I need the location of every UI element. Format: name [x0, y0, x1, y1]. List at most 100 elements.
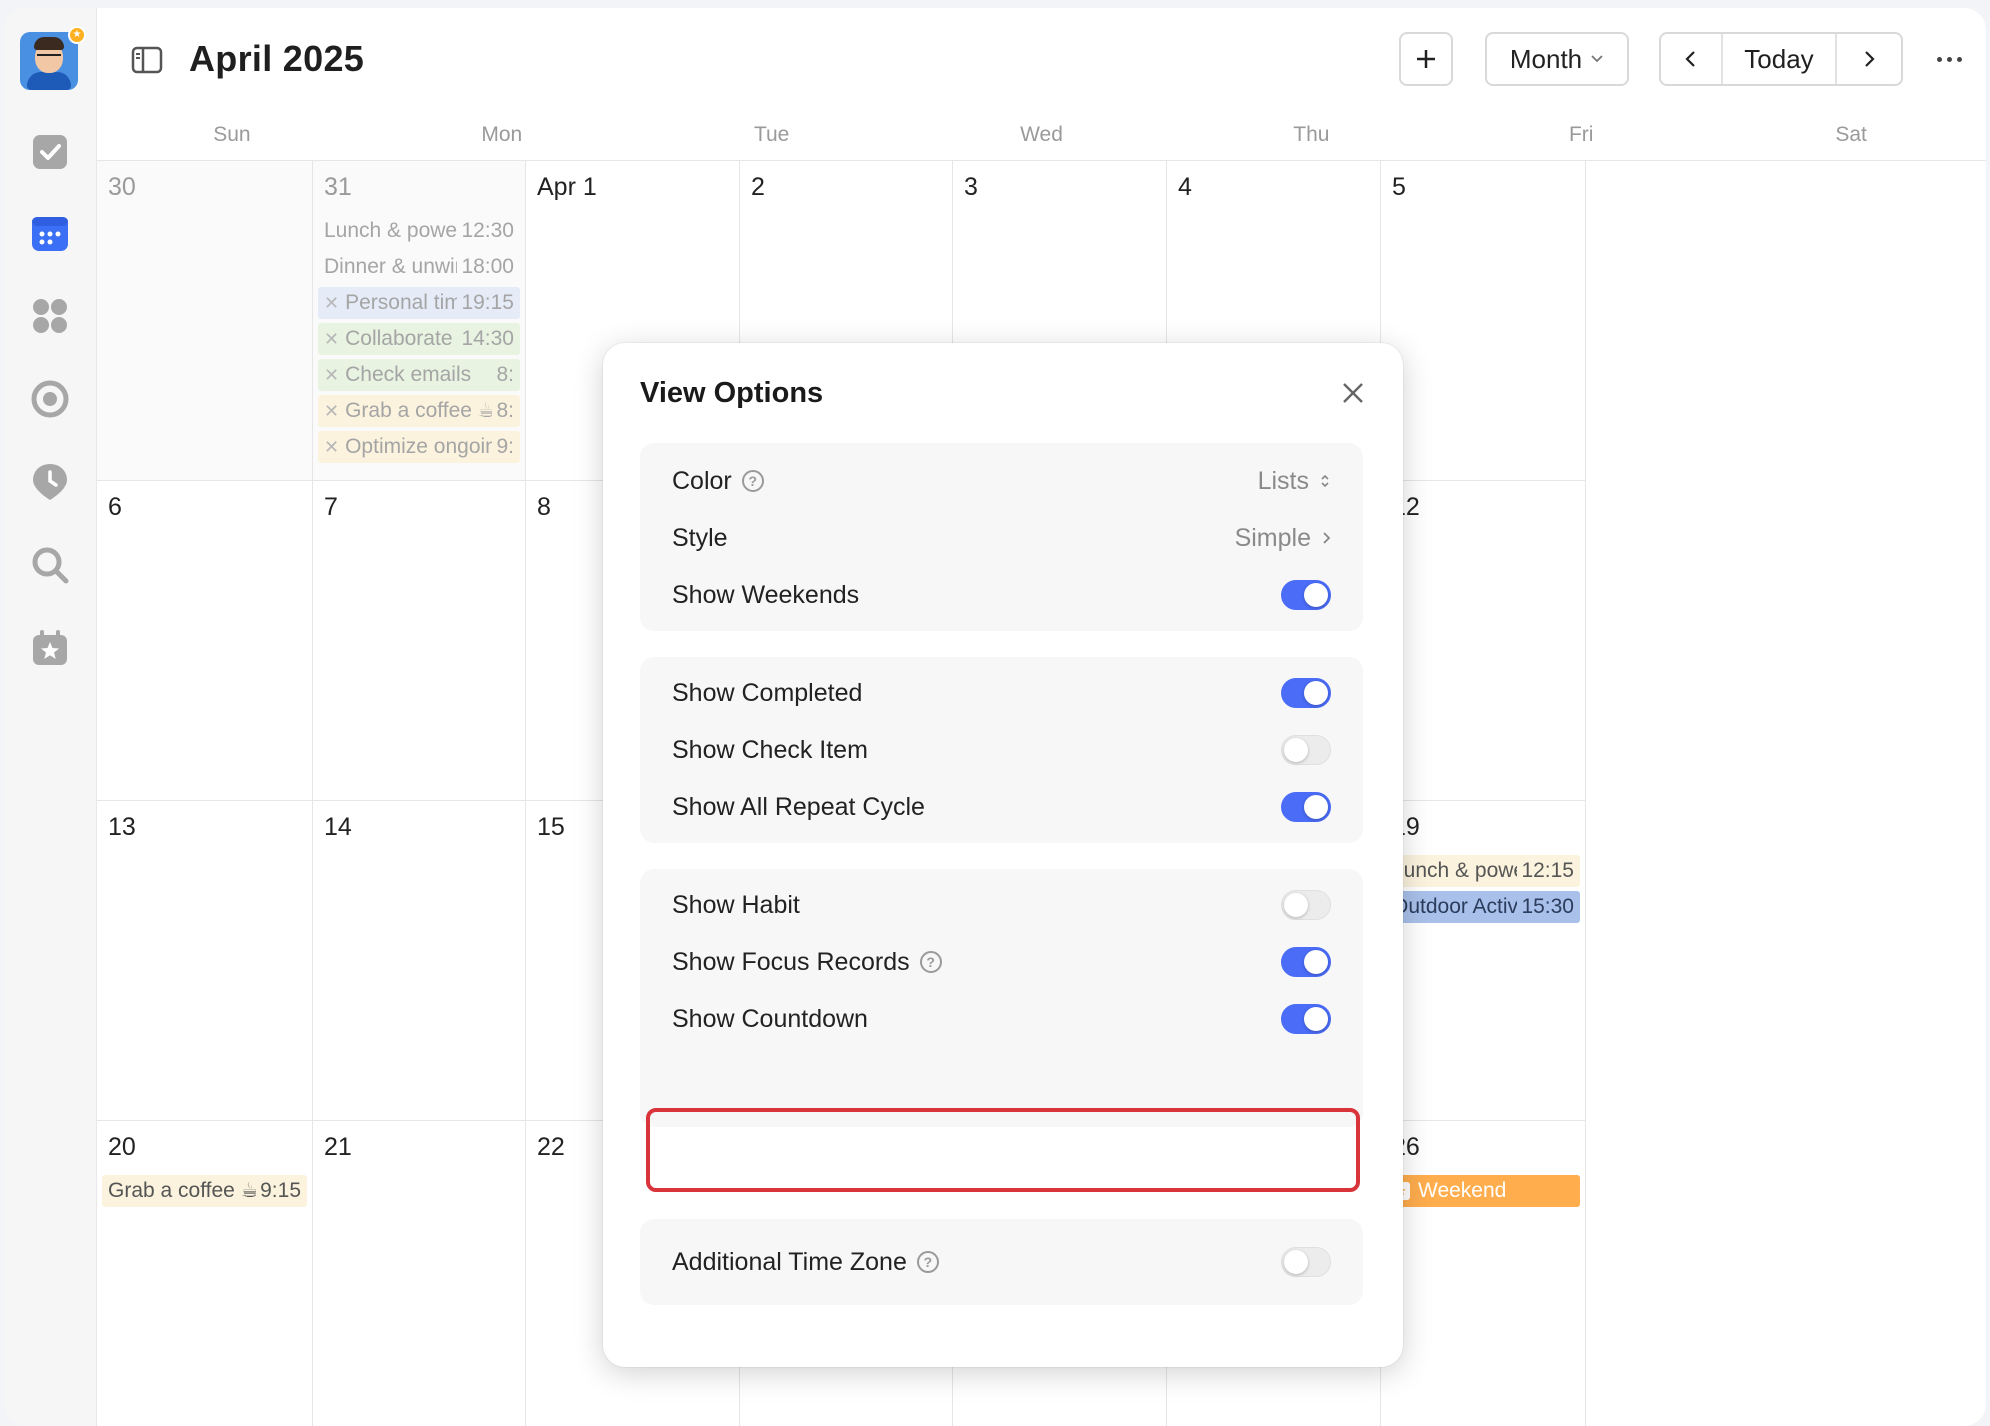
habit-pin-icon[interactable]	[30, 462, 70, 502]
event-title: Grab a coffee ☕ an	[108, 1179, 256, 1202]
day-cell[interactable]: 20 Grab a coffee ☕ an9:15	[97, 1121, 313, 1426]
show-countdown-row: Show Countdown	[640, 983, 1363, 1055]
day-cell[interactable]: 26★Weekend	[1381, 1121, 1586, 1426]
chevron-right-icon	[1323, 532, 1331, 544]
today-button[interactable]: Today	[1723, 34, 1837, 84]
style-option-label: Style	[672, 523, 728, 552]
color-option-value: Lists	[1257, 466, 1309, 495]
task-checkbox-icon[interactable]	[30, 132, 70, 172]
calendar-event[interactable]: Dinner & unwind18:00	[318, 251, 520, 283]
day-cell[interactable]: 21	[313, 1121, 526, 1426]
completed-check-icon[interactable]: ✕	[324, 395, 339, 427]
additional-time-zone-toggle[interactable]	[1281, 1247, 1331, 1277]
completed-check-icon[interactable]: ✕	[324, 431, 339, 463]
event-title: Dinner & unwind	[324, 255, 457, 278]
calendar-event[interactable]: ★Weekend	[1386, 1175, 1580, 1207]
day-cell[interactable]: 6	[97, 481, 313, 801]
completed-check-icon[interactable]: ✕	[324, 323, 339, 355]
show-check-item-toggle[interactable]	[1281, 735, 1331, 765]
event-title: Lunch & power na	[324, 219, 458, 242]
calendar-event[interactable]: Outdoor Activity15:30	[1386, 891, 1580, 923]
day-number: 30	[108, 173, 136, 201]
completed-check-icon[interactable]: ✕	[324, 359, 339, 391]
countdown-calendar-icon[interactable]	[30, 628, 70, 668]
show-all-repeat-cycle-toggle[interactable]	[1281, 792, 1331, 822]
day-number: 5	[1392, 173, 1406, 201]
calendar-event[interactable]: Lunch & power nap12:15	[1386, 855, 1580, 887]
next-month-button[interactable]	[1837, 34, 1901, 84]
avatar[interactable]: ★	[20, 26, 86, 90]
date-navigation: Today	[1659, 32, 1903, 86]
show-completed-label: Show Completed	[672, 678, 863, 707]
view-mode-dropdown[interactable]: Month	[1485, 32, 1629, 86]
calendar-header: April 2025 Month Today	[97, 8, 1986, 118]
show-weekends-row: Show Weekends	[640, 559, 1363, 631]
calendar-icon[interactable]	[30, 214, 70, 254]
show-focus-records-label: Show Focus Records	[672, 947, 910, 976]
day-cell[interactable]: 31Lunch & power na12:30Dinner & unwind18…	[313, 161, 526, 481]
event-title: Grab a coffee ☕	[345, 399, 493, 422]
calendar-event[interactable]: ✕ Check emails 8:	[318, 359, 520, 391]
show-countdown-toggle[interactable]	[1281, 1004, 1331, 1034]
event-time: 8:	[496, 399, 514, 422]
add-event-button[interactable]	[1399, 32, 1453, 86]
calendar-event[interactable]: ✕ Grab a coffee ☕ 8:	[318, 395, 520, 427]
help-icon[interactable]: ?	[916, 1251, 939, 1273]
day-cell[interactable]: 5	[1381, 161, 1586, 481]
plus-icon	[1417, 50, 1435, 68]
event-title: Check emails	[345, 363, 472, 386]
event-time: 8:	[496, 363, 514, 386]
premium-badge-icon: ★	[68, 26, 86, 44]
day-number: 6	[108, 493, 122, 521]
help-icon[interactable]: ?	[919, 951, 942, 973]
day-cell[interactable]: 30	[97, 161, 313, 481]
grid-apps-icon[interactable]	[30, 296, 70, 336]
event-title: Lunch & power nap	[1392, 859, 1517, 882]
day-number: 4	[1178, 173, 1192, 201]
close-icon[interactable]	[1337, 377, 1369, 409]
show-habit-toggle[interactable]	[1281, 890, 1331, 920]
day-number: 7	[324, 493, 338, 521]
day-cell[interactable]: 12	[1381, 481, 1586, 801]
event-title: Collaborate witl	[345, 327, 457, 350]
timezone-group: Additional Time Zone?	[640, 1219, 1363, 1305]
day-number: 14	[324, 813, 352, 841]
day-cell[interactable]: 14	[313, 801, 526, 1121]
help-icon[interactable]: ?	[741, 470, 764, 492]
more-options-icon[interactable]	[1929, 42, 1969, 76]
updown-chevron-icon	[1321, 474, 1329, 488]
day-number: Apr 1	[537, 173, 597, 201]
day-cell[interactable]: 7	[313, 481, 526, 801]
search-icon[interactable]	[30, 545, 70, 585]
view-options-dialog: View Options Color? Lists Style Simple S…	[603, 343, 1403, 1367]
records-group: Show Habit Show Focus Records? Show Coun…	[640, 869, 1363, 1127]
day-number: 2	[751, 173, 765, 201]
page-title: April 2025	[189, 38, 365, 79]
day-number: 8	[537, 493, 551, 521]
calendar-event[interactable]: ✕ Optimize ongoin 9:	[318, 431, 520, 463]
day-number: 22	[537, 1133, 565, 1161]
event-time: 12:30	[461, 219, 514, 242]
previous-month-button[interactable]	[1661, 34, 1723, 84]
sidebar-toggle-icon[interactable]	[131, 46, 163, 74]
event-time	[1570, 1175, 1574, 1207]
event-time: 19:15	[461, 291, 514, 314]
completed-check-icon[interactable]: ✕	[324, 287, 339, 319]
app-window: ★ April 2025 Month Today Sun Mon Tue Wed…	[4, 8, 1986, 1426]
event-title: Outdoor Activity	[1392, 895, 1518, 918]
calendar-event[interactable]: ✕ Collaborate witl14:30	[318, 323, 520, 355]
event-time: 9:15	[260, 1179, 301, 1202]
day-cell[interactable]: 13	[97, 801, 313, 1121]
show-habit-label: Show Habit	[672, 890, 800, 919]
day-number: 21	[324, 1133, 352, 1161]
calendar-event[interactable]: Lunch & power na12:30	[318, 215, 520, 247]
show-completed-toggle[interactable]	[1281, 678, 1331, 708]
show-weekends-toggle[interactable]	[1281, 580, 1331, 610]
calendar-event[interactable]: ✕ Personal time, h19:15	[318, 287, 520, 319]
focus-icon[interactable]	[30, 379, 70, 419]
color-option-label: Color	[672, 466, 732, 495]
show-focus-records-toggle[interactable]	[1281, 947, 1331, 977]
event-time: 14:30	[461, 327, 514, 350]
day-cell[interactable]: 19Lunch & power nap12:15Outdoor Activity…	[1381, 801, 1586, 1121]
calendar-event[interactable]: Grab a coffee ☕ an9:15	[102, 1175, 307, 1207]
